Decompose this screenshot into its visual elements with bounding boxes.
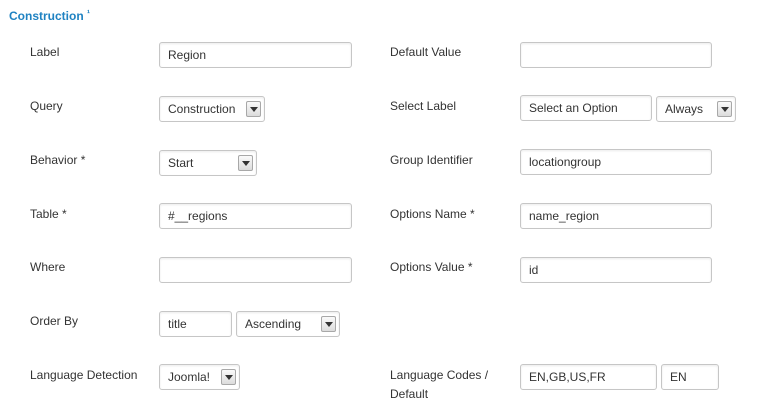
language-codes-label-line1: Language Codes /: [390, 368, 489, 382]
behavior-select[interactable]: Start: [159, 150, 257, 176]
options-value-label: Options Value *: [390, 260, 473, 274]
table-input[interactable]: #__regions: [159, 203, 352, 229]
options-name-label: Options Name *: [390, 207, 475, 221]
query-select-value: Construction: [168, 102, 236, 116]
options-name-input[interactable]: name_region: [520, 203, 712, 229]
section-title-marker: ¹: [87, 8, 91, 18]
section-heading: Construction ¹: [9, 8, 91, 23]
behavior-label: Behavior *: [30, 153, 86, 167]
language-codes-input[interactable]: EN,GB,US,FR: [520, 364, 657, 390]
query-select[interactable]: Construction: [159, 96, 265, 122]
group-identifier-label: Group Identifier: [390, 153, 473, 167]
label-label: Label: [30, 45, 60, 59]
chevron-down-icon: [717, 101, 732, 117]
language-codes-label: Language Codes / Default: [390, 366, 510, 404]
query-label: Query: [30, 99, 63, 113]
default-value-label: Default Value: [390, 45, 462, 59]
order-by-input[interactable]: title: [159, 311, 232, 337]
order-direction-select[interactable]: Ascending: [236, 311, 340, 337]
default-value-input[interactable]: [520, 42, 712, 68]
order-by-label: Order By: [30, 314, 79, 328]
where-label: Where: [30, 260, 66, 274]
behavior-select-value: Start: [168, 156, 194, 170]
where-input[interactable]: [159, 257, 352, 283]
select-label-mode-value: Always: [665, 102, 704, 116]
order-direction-value: Ascending: [245, 317, 302, 331]
language-detection-select[interactable]: Joomla!: [159, 364, 240, 390]
select-label-mode-select[interactable]: Always: [656, 96, 736, 122]
language-default-input[interactable]: EN: [661, 364, 719, 390]
options-value-input[interactable]: id: [520, 257, 712, 283]
language-detection-value: Joomla!: [168, 370, 211, 384]
table-label: Table *: [30, 207, 67, 221]
language-codes-label-line2: Default: [390, 387, 429, 401]
select-label-input[interactable]: Select an Option: [520, 95, 652, 121]
label-input[interactable]: Region: [159, 42, 352, 68]
language-detection-label: Language Detection: [30, 368, 138, 382]
section-title: Construction: [9, 9, 84, 23]
chevron-down-icon: [221, 369, 236, 385]
select-label-label: Select Label: [390, 99, 457, 113]
chevron-down-icon: [238, 155, 253, 171]
chevron-down-icon: [321, 316, 336, 332]
chevron-down-icon: [246, 101, 261, 117]
group-identifier-input[interactable]: locationgroup: [520, 149, 712, 175]
